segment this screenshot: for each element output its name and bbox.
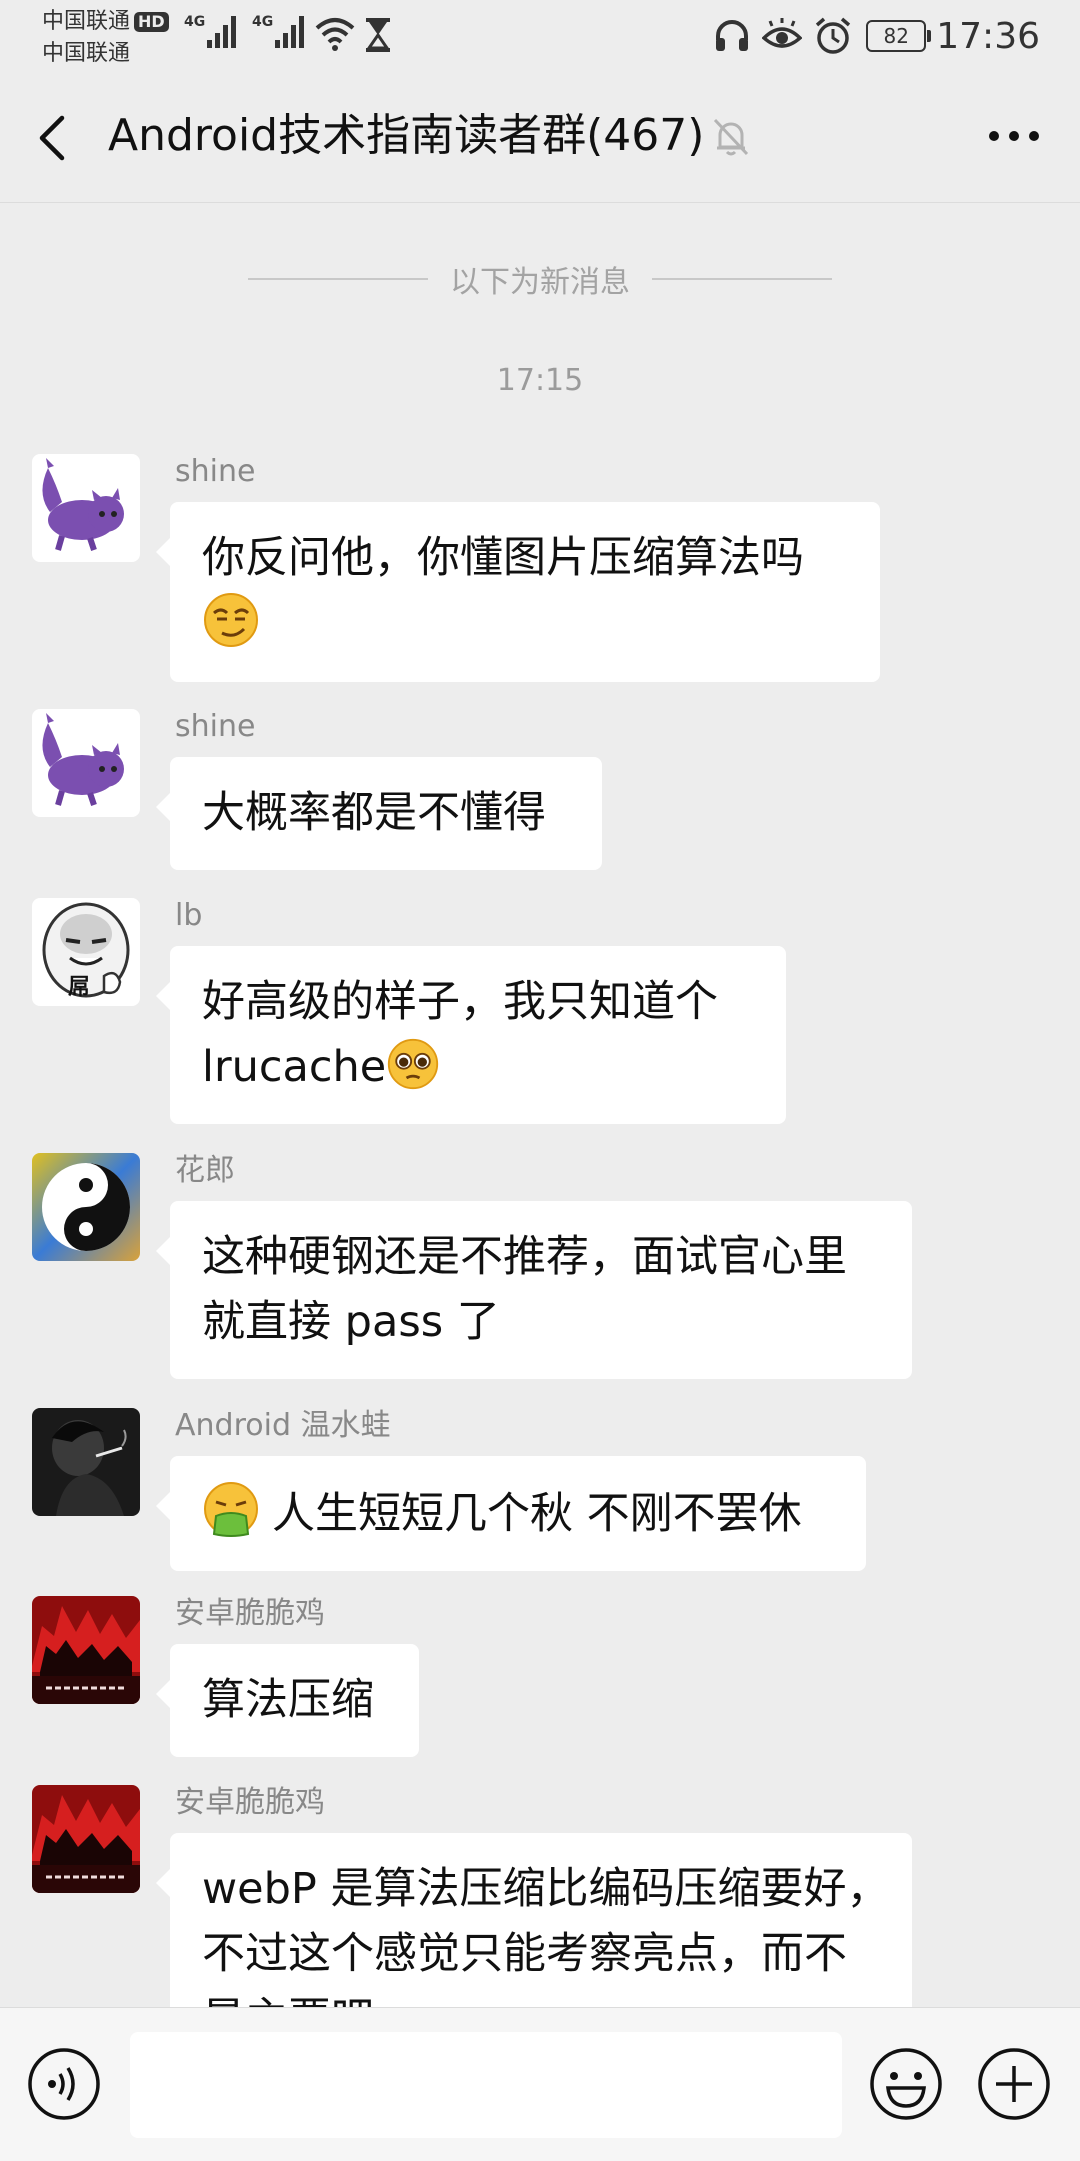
chat-message-list[interactable]: 以下为新消息 17:15 shine 你反问他，你懂图片压缩算法吗 shine …	[0, 203, 1080, 2007]
chat-title: Android技术指南读者群(467)	[108, 110, 705, 161]
message-text-line: 人生短短几个秋 不刚不罢休	[202, 1480, 834, 1547]
message-bubble[interactable]: 人生短短几个秋 不刚不罢休	[156, 1456, 866, 1571]
new-messages-label: 以下为新消息	[450, 265, 630, 300]
vomit-emoji-icon	[204, 1482, 258, 1537]
message-bubble[interactable]: 算法压缩	[156, 1644, 419, 1757]
message-text: lrucache	[202, 1042, 387, 1092]
voice-icon	[28, 2048, 100, 2120]
message-input[interactable]	[130, 2032, 842, 2138]
smirk-emoji-icon	[204, 593, 258, 647]
chevron-left-icon	[39, 115, 65, 161]
headphones-icon	[716, 20, 749, 51]
status-right: 82 17:36	[714, 14, 1040, 58]
avatar-purple-cat[interactable]	[32, 454, 140, 562]
carrier-2: 中国联通	[42, 41, 131, 66]
avatar-meme-face[interactable]: 屌	[32, 898, 140, 1006]
carrier-info: 中国联通 HD 中国联通	[42, 6, 169, 70]
back-button[interactable]	[28, 102, 88, 172]
more-horizontal-icon	[989, 131, 1039, 141]
message-text: 不过这个感觉只能考察亮点，而不	[202, 1929, 847, 1979]
sender-name: shine	[175, 454, 256, 489]
message-text: 这种硬钢还是不推荐，面试官心里	[202, 1232, 847, 1282]
message-bubble[interactable]: 好高级的样子，我只知道个 lrucache	[156, 946, 786, 1124]
sender-name: 花郎	[175, 1153, 235, 1188]
carrier-1: 中国联通	[42, 9, 131, 34]
alarm-icon	[816, 17, 851, 54]
emoji-button[interactable]	[868, 2046, 944, 2126]
plus-icon	[978, 2048, 1050, 2120]
signal-1-icon: 4G	[184, 14, 237, 48]
chat-input-bar	[0, 2007, 1080, 2161]
status-time: 17:36	[936, 15, 1040, 57]
message-text: 你反问他，你懂图片压缩算法吗	[202, 533, 804, 583]
avatar-purple-cat[interactable]	[32, 709, 140, 817]
sender-name: 安卓脆脆鸡	[175, 1596, 325, 1631]
bell-off-icon	[713, 118, 749, 156]
battery-indicator: 82	[866, 20, 932, 52]
network-type-2: 4G	[252, 14, 274, 30]
time-label: 17:15	[496, 363, 584, 398]
divider-line-left	[248, 278, 428, 280]
message-bubble[interactable]: 你反问他，你懂图片压缩算法吗	[156, 502, 880, 682]
divider-line-right	[652, 278, 832, 280]
more-button[interactable]	[974, 106, 1054, 166]
message-bubble[interactable]: 这种硬钢还是不推荐，面试官心里 就直接 pass 了	[156, 1201, 912, 1379]
network-type-1: 4G	[184, 14, 206, 30]
message-bubble[interactable]: 大概率都是不懂得	[156, 757, 602, 870]
message-emoji-line	[202, 591, 848, 658]
sender-name: shine	[175, 709, 256, 744]
message-text: 好高级的样子，我只知道个	[202, 977, 718, 1027]
emoji-icon	[870, 2048, 942, 2120]
new-messages-divider: 以下为新消息	[0, 259, 1080, 300]
more-actions-button[interactable]	[976, 2046, 1052, 2126]
hd-badge: HD	[134, 12, 169, 32]
avatar-red-poster[interactable]	[32, 1785, 140, 1893]
eye-icon	[762, 18, 803, 48]
sender-name: 安卓脆脆鸡	[175, 1785, 325, 1820]
avatar-red-poster[interactable]	[32, 1596, 140, 1704]
message-text: 就直接 pass 了	[202, 1297, 500, 1347]
wifi-icon	[315, 18, 355, 51]
message-text: 大概率都是不懂得	[202, 788, 546, 838]
message-text: 人生短短几个秋 不刚不罢休	[272, 1489, 802, 1539]
status-bar: 中国联通 HD 中国联通 4G 4G 82 17:36	[0, 0, 1080, 72]
message-text: 是主要吧	[202, 1987, 880, 2007]
avatar-dark-portrait[interactable]	[32, 1408, 140, 1516]
pleading-emoji-icon	[388, 1038, 439, 1090]
chat-header: Android技术指南读者群(467)	[0, 72, 1080, 203]
message-text: webP 是算法压缩比编码压缩要好，	[202, 1864, 890, 1914]
voice-button[interactable]	[26, 2046, 102, 2126]
avatar-text: 屌	[68, 975, 90, 1000]
message-text-line-2: lrucache	[202, 1035, 754, 1100]
hourglass-icon	[366, 18, 390, 52]
message-text: 算法压缩	[202, 1675, 374, 1725]
sender-name: Android 温水蛙	[175, 1408, 391, 1443]
avatar-yin-yang[interactable]	[32, 1153, 140, 1261]
signal-2-icon: 4G	[252, 14, 305, 48]
message-bubble[interactable]: webP 是算法压缩比编码压缩要好， 不过这个感觉只能考察亮点，而不 是主要吧	[156, 1833, 912, 2007]
sender-name: lb	[175, 898, 203, 933]
